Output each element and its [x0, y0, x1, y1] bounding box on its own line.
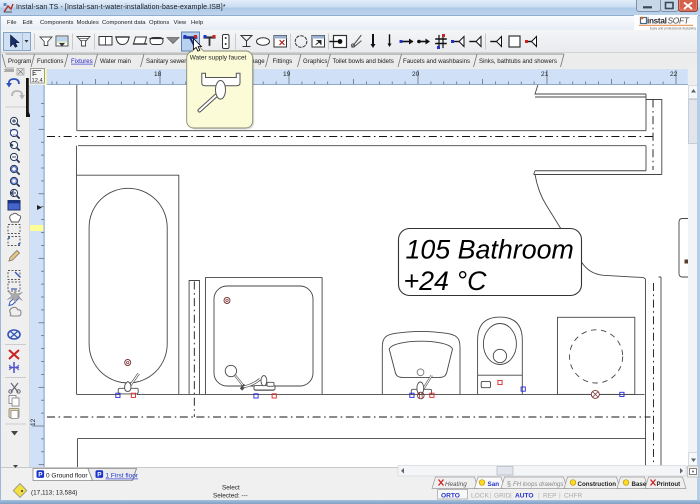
svg-text:Toilet bowls and bidets: Toilet bowls and bidets: [333, 58, 394, 65]
svg-text:Water supply faucet: Water supply faucet: [190, 55, 247, 62]
svg-text:instal: instal: [647, 17, 667, 26]
svg-text:Construction: Construction: [578, 481, 617, 488]
svg-text:Fittings: Fittings: [273, 58, 293, 65]
svg-text:LOCK: LOCK: [471, 492, 490, 499]
svg-text:AUTO: AUTO: [515, 492, 534, 499]
svg-text:SOFT: SOFT: [668, 15, 690, 25]
svg-text:|: |: [538, 492, 540, 499]
svg-text:REP: REP: [543, 492, 557, 499]
svg-text:12: 12: [30, 418, 37, 426]
svg-text:GRID: GRID: [494, 492, 511, 499]
svg-text:P: P: [38, 472, 43, 479]
svg-text:|: |: [490, 492, 492, 499]
svg-text:Base: Base: [632, 481, 647, 488]
svg-text:19: 19: [283, 71, 291, 78]
svg-text:(17,113; 13,584): (17,113; 13,584): [31, 490, 77, 497]
svg-text:20: 20: [412, 71, 420, 78]
svg-text:22: 22: [670, 71, 678, 78]
svg-text:12,4: 12,4: [32, 78, 44, 84]
svg-text:Water main: Water main: [100, 58, 131, 65]
svg-text:+24 °C: +24 °C: [403, 266, 487, 296]
svg-text:Heating: Heating: [445, 481, 467, 488]
svg-text:21: 21: [541, 71, 549, 78]
svg-text:1 First floor: 1 First floor: [106, 473, 139, 480]
svg-text:105 Bathroom: 105 Bathroom: [405, 235, 573, 265]
svg-text:CHFR: CHFR: [564, 492, 583, 499]
svg-text:Fixtures: Fixtures: [71, 58, 93, 65]
svg-text:Select: Select: [222, 485, 240, 492]
svg-text:Graphics: Graphics: [303, 58, 327, 65]
svg-text:0 Ground floor: 0 Ground floor: [46, 473, 88, 480]
svg-text:|: |: [559, 492, 561, 499]
svg-text:Faucets and washbasins: Faucets and washbasins: [403, 58, 470, 65]
svg-text:|: |: [510, 492, 512, 499]
svg-text:Printout: Printout: [657, 481, 681, 488]
svg-text:Selected: ---: Selected: ---: [213, 493, 248, 500]
svg-text:18: 18: [154, 71, 162, 78]
svg-text:Sinks, bathtubs and showers: Sinks, bathtubs and showers: [479, 58, 557, 65]
svg-text:FH loops drawings: FH loops drawings: [513, 481, 563, 488]
svg-text:Functions: Functions: [37, 58, 63, 65]
svg-text:ORTO: ORTO: [441, 492, 460, 499]
svg-text:San: San: [488, 481, 500, 488]
svg-text:|: |: [467, 492, 469, 499]
svg-text:P: P: [97, 472, 102, 479]
svg-text:Program: Program: [8, 58, 31, 65]
svg-text:§: §: [507, 482, 511, 489]
